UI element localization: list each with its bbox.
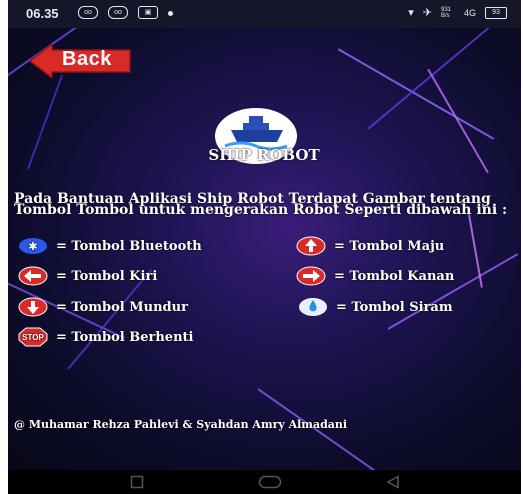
legend-item-left: = Tombol Kiri xyxy=(18,266,157,286)
app-title: SHIP ROBOT xyxy=(208,146,320,164)
notification-icons: oo oo ▣ xyxy=(78,6,173,19)
legend-label: = Tombol Bluetooth xyxy=(56,238,202,254)
water-drop-icon xyxy=(298,297,328,317)
phone-screen: 06.35 oo oo ▣ ▾ ✈ 931 B/s 4G 93 Back SHI… xyxy=(8,0,521,494)
arrow-left-icon xyxy=(18,266,48,286)
stop-sign-icon: STOP xyxy=(18,327,48,347)
back-label: Back xyxy=(62,48,112,70)
credits-text: @ Muhamar Rehza Pahlevi & Syahdan Amry A… xyxy=(14,418,348,431)
legend-item-bluetooth: ✱ = Tombol Bluetooth xyxy=(18,236,202,256)
svg-text:✱: ✱ xyxy=(28,240,37,253)
link-icon: oo xyxy=(78,6,98,19)
battery-icon: 93 xyxy=(485,6,507,19)
legend-label: = Tombol Berhenti xyxy=(56,329,194,345)
network-speed: 931 B/s xyxy=(440,6,451,19)
status-bar: 06.35 oo oo ▣ ▾ ✈ 931 B/s 4G 93 xyxy=(8,0,521,28)
status-right: ▾ ✈ 931 B/s 4G 93 xyxy=(408,6,507,19)
android-nav-bar xyxy=(8,470,521,494)
link-icon: oo xyxy=(108,6,128,19)
legend-item-backward: = Tombol Mundur xyxy=(18,297,188,317)
legend-item-stop: STOP = Tombol Berhenti xyxy=(18,327,193,347)
legend-label: = Tombol Kanan xyxy=(334,268,455,284)
more-notifications-icon xyxy=(168,11,173,16)
status-time: 06.35 xyxy=(26,6,59,21)
recents-icon[interactable] xyxy=(130,475,144,489)
signal-label: 4G xyxy=(463,7,476,18)
bluetooth-icon: ✱ xyxy=(18,236,48,256)
legend-label: = Tombol Kiri xyxy=(56,268,158,284)
airplane-icon: ✈ xyxy=(422,7,432,19)
intro-text: Pada Bantuan Aplikasi Ship Robot Terdapa… xyxy=(14,191,508,218)
arrow-right-icon xyxy=(296,266,326,286)
back-button[interactable]: Back xyxy=(30,44,134,78)
legend-item-right: = Tombol Kanan xyxy=(296,266,454,286)
legend-item-forward: = Tombol Maju xyxy=(296,236,444,256)
legend-item-water: = Tombol Siram xyxy=(298,297,453,317)
legend-label: = Tombol Mundur xyxy=(56,299,188,315)
arrow-down-icon xyxy=(18,297,48,317)
wifi-icon: ▾ xyxy=(408,7,414,19)
home-icon[interactable] xyxy=(258,475,282,489)
legend-label: = Tombol Siram xyxy=(336,299,453,315)
arrow-up-icon xyxy=(296,236,326,256)
svg-text:STOP: STOP xyxy=(22,333,44,342)
nav-back-icon[interactable] xyxy=(386,475,400,489)
help-screen: Back SHIP ROBOT Pada Bantuan Aplikasi Sh… xyxy=(8,28,521,470)
whatsapp-icon: ▣ xyxy=(138,6,158,19)
legend-label: = Tombol Maju xyxy=(334,238,445,254)
